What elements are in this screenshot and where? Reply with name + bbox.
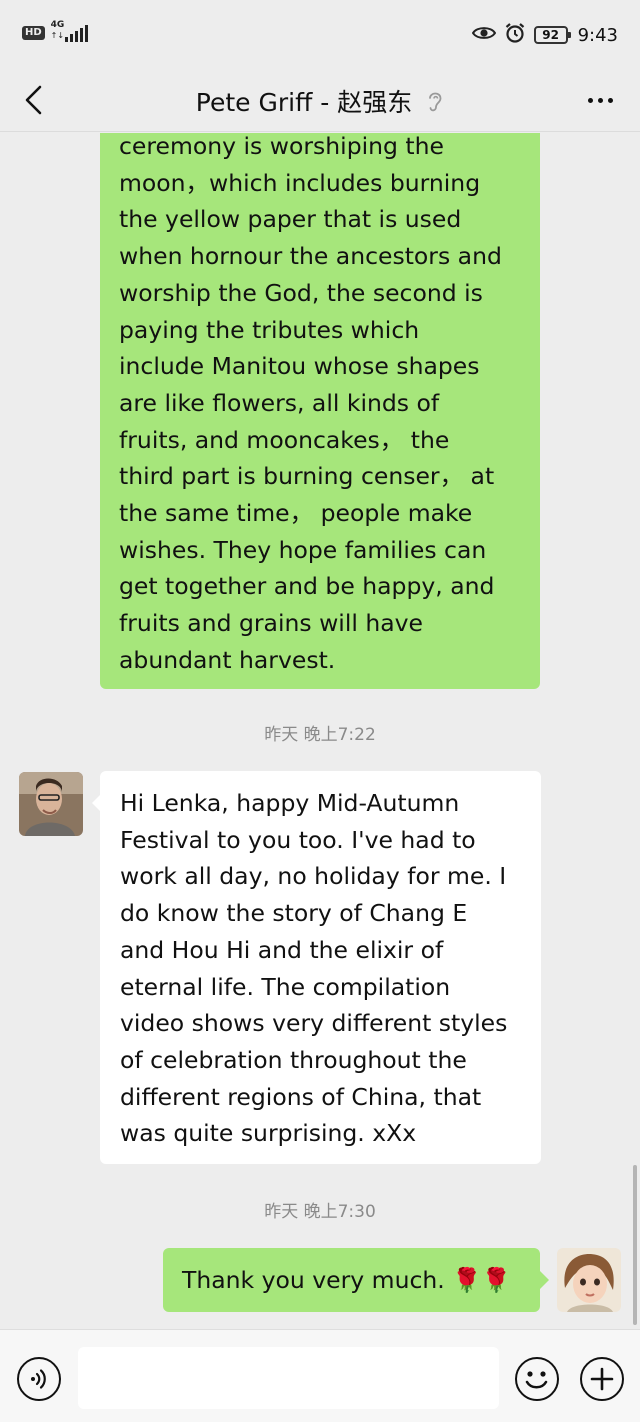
more-icon xyxy=(587,97,593,103)
received-message-bubble[interactable]: Hi Lenka, happy Mid-Autumn Festival to y… xyxy=(100,771,541,1164)
scrollbar[interactable] xyxy=(633,1165,637,1325)
input-bar xyxy=(0,1329,640,1422)
title-wrap: Pete Griff - 赵强东 xyxy=(0,83,640,119)
status-bar: HD 4G ↑↓ 92 9:43 xyxy=(0,0,640,70)
ear-icon xyxy=(429,92,442,112)
sent-message-bubble[interactable]: ceremony is worshiping the moon，which in… xyxy=(100,133,540,689)
network-indicator: 4G ↑↓ xyxy=(50,20,88,44)
contact-avatar[interactable] xyxy=(19,772,83,836)
voice-icon xyxy=(31,1369,46,1389)
hd-badge: HD xyxy=(22,26,45,40)
signal-icon xyxy=(64,25,88,42)
emoji-button[interactable] xyxy=(515,1357,559,1401)
alarm-icon xyxy=(504,22,526,48)
battery-indicator: 92 xyxy=(533,26,571,44)
sent-message-bubble[interactable]: Thank you very much. 🌹🌹 xyxy=(163,1248,540,1312)
status-right: 92 9:43 xyxy=(471,22,618,48)
plus-button[interactable] xyxy=(580,1357,624,1401)
status-time: 9:43 xyxy=(577,24,618,46)
bubble-tail xyxy=(540,1271,549,1289)
my-avatar[interactable] xyxy=(557,1248,621,1312)
voice-button[interactable] xyxy=(17,1357,61,1401)
data-arrows-icon: ↑↓ xyxy=(50,31,65,40)
more-button[interactable] xyxy=(580,82,620,118)
network-type: 4G xyxy=(50,20,65,30)
message-timestamp: 昨天 晚上7:22 xyxy=(264,725,376,745)
plus-icon xyxy=(590,1367,614,1391)
status-left: HD 4G ↑↓ xyxy=(22,20,88,44)
eye-icon xyxy=(471,25,496,45)
chat-title: Pete Griff - 赵强东 xyxy=(195,88,413,117)
message-input[interactable] xyxy=(78,1347,499,1409)
message-timestamp: 昨天 晚上7:30 xyxy=(264,1202,376,1222)
chat-header: Pete Griff - 赵强东 xyxy=(0,70,640,132)
emoji-icon xyxy=(525,1371,548,1389)
message-list[interactable]: ceremony is worshiping the moon，which in… xyxy=(0,133,640,1329)
